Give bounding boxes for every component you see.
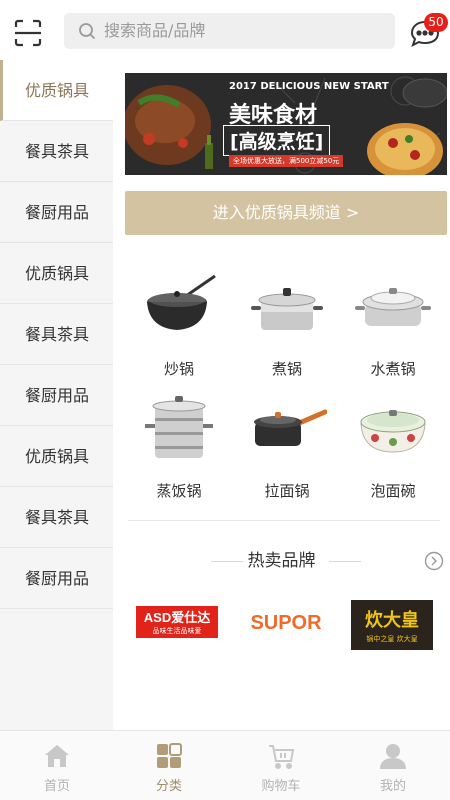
tab-label: 分类: [155, 779, 182, 794]
product-item[interactable]: 蒸饭锅: [129, 394, 229, 501]
stockpot-icon: [247, 272, 327, 342]
brand-asd-tagline: 品味生活品味爱: [153, 626, 202, 635]
sidebar-item[interactable]: 餐具茶具: [0, 487, 113, 548]
promo-banner[interactable]: 2017 DELICIOUS NEW START 美味食材 [高级烹饪] 全场优…: [125, 73, 447, 175]
cart-icon: [267, 742, 295, 770]
tab-home[interactable]: 首页: [1, 731, 113, 800]
sidebar-item[interactable]: 餐具茶具: [0, 121, 113, 182]
banner-promo-text: 全场优惠大放送，满500立减50元: [229, 155, 344, 167]
product-item[interactable]: 泡面碗: [343, 394, 443, 501]
tab-label: 我的: [379, 779, 406, 794]
product-name: 拉面锅: [264, 482, 310, 500]
sidebar-item[interactable]: 优质锅具: [0, 243, 113, 304]
enter-channel-button[interactable]: 进入优质锅具频道 >: [125, 191, 447, 235]
sidebar-item[interactable]: 餐厨用品: [0, 182, 113, 243]
profile-icon: [379, 742, 407, 770]
top-bar: 搜索商品/品牌 50: [0, 0, 450, 60]
brand-chuidahuang-logo: 炊大皇: [365, 609, 419, 631]
tab-category[interactable]: 分类: [113, 731, 225, 800]
brand-asd-logo: ASD爱仕达: [144, 610, 210, 625]
tab-label: 首页: [43, 779, 70, 794]
sidebar-item[interactable]: 优质锅具: [0, 426, 113, 487]
chevron-right-icon[interactable]: [424, 551, 444, 571]
product-name: 炒锅: [163, 360, 194, 378]
sidebar-item[interactable]: 优质锅具: [0, 60, 113, 121]
title-line-right: [329, 561, 361, 562]
hot-brands-header: 热卖品牌: [113, 548, 450, 574]
product-item[interactable]: 拉面锅: [237, 394, 337, 501]
banner-subtitle: 2017 DELICIOUS NEW START: [229, 81, 389, 92]
noodle-pot-icon: [247, 394, 328, 464]
tab-cart[interactable]: 购物车: [225, 731, 337, 800]
sidebar-item[interactable]: 餐厨用品: [0, 365, 113, 426]
category-content: 2017 DELICIOUS NEW START 美味食材 [高级烹饪] 全场优…: [113, 60, 450, 730]
product-name: 蒸饭锅: [156, 482, 202, 500]
message-badge: 50: [424, 13, 448, 32]
product-item[interactable]: 炒锅: [129, 272, 229, 379]
search-icon: [78, 22, 96, 40]
brand-supor[interactable]: SUPOR: [245, 600, 327, 644]
product-name: 泡面碗: [370, 482, 416, 500]
scan-icon[interactable]: [12, 17, 44, 49]
banner-tagline: [高级烹饪]: [223, 125, 331, 156]
hot-brands-title: 热卖品牌: [247, 551, 316, 571]
brand-chuidahuang[interactable]: 炊大皇 锅中之皇 炊大皇: [351, 600, 433, 650]
sidebar-item[interactable]: 餐厨用品: [0, 548, 113, 609]
category-icon: [155, 742, 183, 770]
tab-profile[interactable]: 我的: [337, 731, 449, 800]
product-item[interactable]: 煮锅: [237, 272, 337, 379]
wok-icon: [139, 272, 219, 342]
section-divider: [128, 520, 440, 521]
sidebar-item[interactable]: 餐具茶具: [0, 304, 113, 365]
noodle-bowl-icon: [353, 394, 433, 464]
search-input[interactable]: 搜索商品/品牌: [64, 13, 395, 49]
brand-chuidahuang-tagline: 锅中之皇 炊大皇: [366, 634, 417, 643]
product-item[interactable]: 水煮锅: [343, 272, 443, 379]
bottom-tab-bar: 首页 分类 购物车 我的: [0, 730, 450, 800]
product-name: 水煮锅: [370, 360, 416, 378]
boiling-pot-icon: [353, 272, 433, 342]
tab-label: 购物车: [261, 779, 301, 794]
brand-asd[interactable]: ASD爱仕达 品味生活品味爱: [136, 600, 218, 644]
product-name: 煮锅: [271, 360, 302, 378]
category-sidebar: 优质锅具 餐具茶具 餐厨用品 优质锅具 餐具茶具 餐厨用品 优质锅具 餐具茶具 …: [0, 60, 113, 730]
steamer-icon: [139, 394, 219, 464]
brand-supor-logo: SUPOR: [250, 612, 322, 634]
search-placeholder: 搜索商品/品牌: [104, 21, 206, 40]
home-icon: [43, 742, 71, 770]
